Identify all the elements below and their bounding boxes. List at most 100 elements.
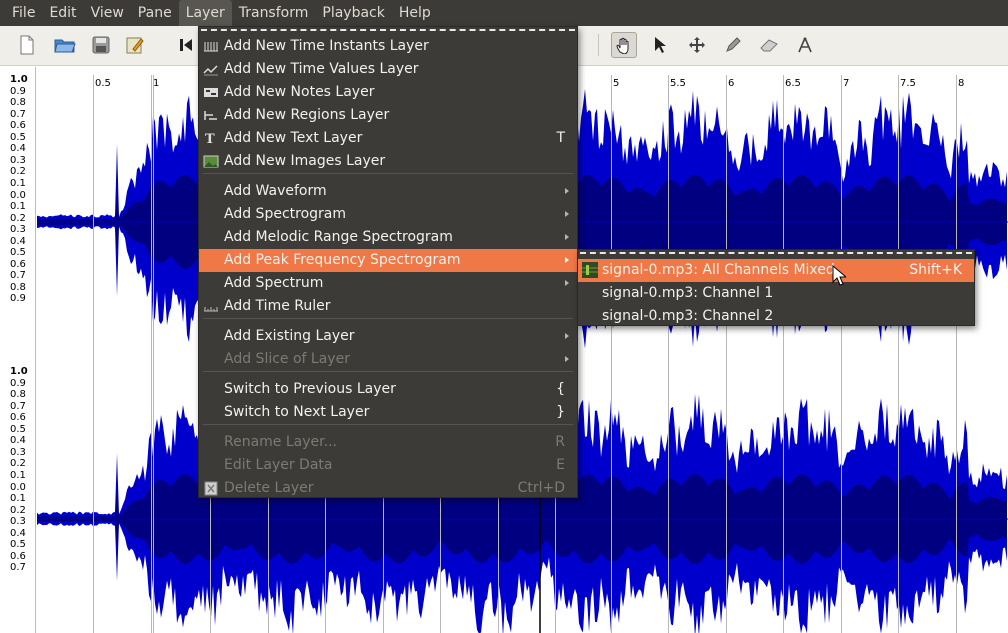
layer-menu-item[interactable]: Add New Notes Layer: [199, 81, 577, 104]
select-arrow-icon[interactable]: [647, 32, 673, 58]
save-session-icon[interactable]: [122, 32, 148, 58]
draw-pencil-icon[interactable]: [720, 32, 746, 58]
menu-separator: [203, 424, 573, 425]
navigate-hand-icon[interactable]: [611, 32, 637, 58]
scale-label: 0.0: [10, 189, 26, 201]
scale-label: 0.4: [10, 143, 26, 155]
submenu-arrow-icon: [565, 257, 569, 263]
time-values-icon: [203, 62, 219, 77]
menu-layer[interactable]: Layer: [178, 0, 232, 26]
scale-label: 0.2: [10, 504, 26, 516]
scale-label: 0.1: [10, 493, 26, 505]
menu-transform[interactable]: Transform: [232, 0, 316, 26]
new-file-icon[interactable]: [14, 32, 40, 58]
layer-menu-item[interactable]: Add New Images Layer: [199, 150, 577, 173]
ruler-gridline: [611, 75, 612, 633]
layer-menu-item[interactable]: Switch to Next Layer}: [199, 401, 577, 424]
regions-icon: [203, 108, 219, 123]
menu-item-label: Edit Layer Data: [224, 457, 333, 473]
spectrogram-icon: [582, 262, 598, 278]
menu-item-label: Add Existing Layer: [224, 328, 355, 344]
scale-label: 0.5: [10, 131, 26, 143]
menu-help[interactable]: Help: [392, 0, 438, 26]
measure-icon[interactable]: [792, 32, 818, 58]
layer-menu-item: Edit Layer Data E: [199, 454, 577, 477]
scale-label: 0.6: [10, 412, 26, 424]
delete-icon: [203, 481, 219, 496]
menu-edit[interactable]: Edit: [42, 0, 83, 26]
ruler-icon: [203, 299, 219, 314]
submenu-arrow-icon: [565, 211, 569, 217]
submenu-item-shortcut: Shift+K: [909, 262, 962, 278]
submenu-arrow-icon: [565, 280, 569, 286]
scale-label: 0.9: [10, 377, 26, 389]
ruler-gridline: [151, 75, 152, 633]
submenu-item-label: signal-0.mp3: Channel 2: [602, 308, 774, 324]
layer-menu-item[interactable]: Add New Time Instants Layer: [199, 35, 577, 58]
scale-label: 0.3: [10, 224, 26, 236]
layer-menu-item[interactable]: Add Existing Layer: [199, 325, 577, 348]
peak-frequency-submenu: signal-0.mp3: All Channels Mixed Shift+K s…: [577, 249, 975, 326]
submenu-item[interactable]: signal-0.mp3: All Channels Mixed Shift+K: [578, 259, 974, 282]
vertical-scale: 1.0 0.9 0.8 0.7 0.6 0.5 0.4 0.3 0.2 0.1 0.0 0.1 0.2 0…: [0, 67, 36, 633]
layer-menu-item[interactable]: Add Spectrum: [199, 272, 577, 295]
menu-item-label: Rename Layer...: [224, 434, 337, 450]
layer-menu-item[interactable]: Add Waveform: [199, 180, 577, 203]
menu-item-label: Add New Time Values Layer: [224, 61, 419, 77]
layer-menu-item[interactable]: Add Spectrogram: [199, 203, 577, 226]
submenu-item[interactable]: signal-0.mp3: Channel 2: [578, 305, 974, 328]
layer-menu-item[interactable]: Switch to Previous Layer {: [199, 378, 577, 401]
menu-file[interactable]: File: [5, 0, 42, 26]
scale-label: 0.2: [10, 458, 26, 470]
ruler-gridline: [898, 75, 899, 633]
menu-item-label: Add Peak Frequency Spectrogram: [224, 252, 461, 268]
scale-label: 0.4: [10, 527, 26, 539]
submenu-arrow-icon: [565, 356, 569, 362]
scale-label: 0.8: [10, 97, 26, 109]
menu-item-shortcut: }: [556, 404, 565, 420]
scale-label: 1.0: [10, 366, 28, 377]
scale-label: 0.9: [10, 293, 26, 305]
layer-menu-item: Add Slice of Layer: [199, 348, 577, 371]
layer-menu-item: Delete Layer Ctrl+D: [199, 477, 577, 500]
open-folder-icon[interactable]: [52, 32, 78, 58]
menu-item-label: Add Time Ruler: [224, 298, 331, 314]
menu-item-shortcut: T: [556, 130, 565, 146]
notes-icon: [203, 85, 219, 100]
scale-label: 0.1: [10, 201, 26, 213]
rewind-start-icon[interactable]: [173, 32, 199, 58]
menu-playback[interactable]: Playback: [315, 0, 391, 26]
menu-item-label: Add New Time Instants Layer: [224, 38, 429, 54]
submenu-arrow-icon: [565, 188, 569, 194]
scale-label: 0.7: [10, 108, 26, 120]
menu-pane[interactable]: Pane: [131, 0, 179, 26]
layer-menu-item: Rename Layer... R: [199, 431, 577, 454]
layer-menu-item[interactable]: Add Time Ruler: [199, 295, 577, 318]
layer-menu-dropdown: Add New Time Instants Layer Add New Time …: [198, 26, 578, 498]
menu-view[interactable]: View: [84, 0, 131, 26]
save-icon[interactable]: [88, 32, 114, 58]
layer-menu-item[interactable]: Add Melodic Range Spectrogram: [199, 226, 577, 249]
menu-separator: [203, 371, 573, 372]
submenu-arrow-icon: [565, 234, 569, 240]
svg-text:T: T: [205, 132, 215, 146]
scale-label: 0.2: [10, 166, 26, 178]
scale-label: 0.5: [10, 423, 26, 435]
erase-icon[interactable]: [756, 32, 782, 58]
layer-menu-item[interactable]: Add Peak Frequency Spectrogram: [199, 249, 577, 272]
layer-menu-item[interactable]: Add New Regions Layer: [199, 104, 577, 127]
menu-item-label: Add New Notes Layer: [224, 84, 375, 100]
layer-menu-item[interactable]: T Add New Text Layer T: [199, 127, 577, 150]
submenu-item[interactable]: signal-0.mp3: Channel 1: [578, 282, 974, 305]
scale-label: 0.7: [10, 562, 26, 574]
scale-label: 0.4: [10, 235, 26, 247]
menu-item-shortcut: Ctrl+D: [517, 480, 565, 496]
menu-item-label: Add Waveform: [224, 183, 327, 199]
scale-label: 0.8: [10, 389, 26, 401]
move-icon[interactable]: [684, 32, 710, 58]
scale-label: 1.0: [10, 74, 28, 85]
layer-menu-item[interactable]: Add New Time Values Layer: [199, 58, 577, 81]
scale-label: 0.8: [10, 281, 26, 293]
ruler-gridline: [668, 75, 669, 633]
submenu-arrow-icon: [565, 333, 569, 339]
